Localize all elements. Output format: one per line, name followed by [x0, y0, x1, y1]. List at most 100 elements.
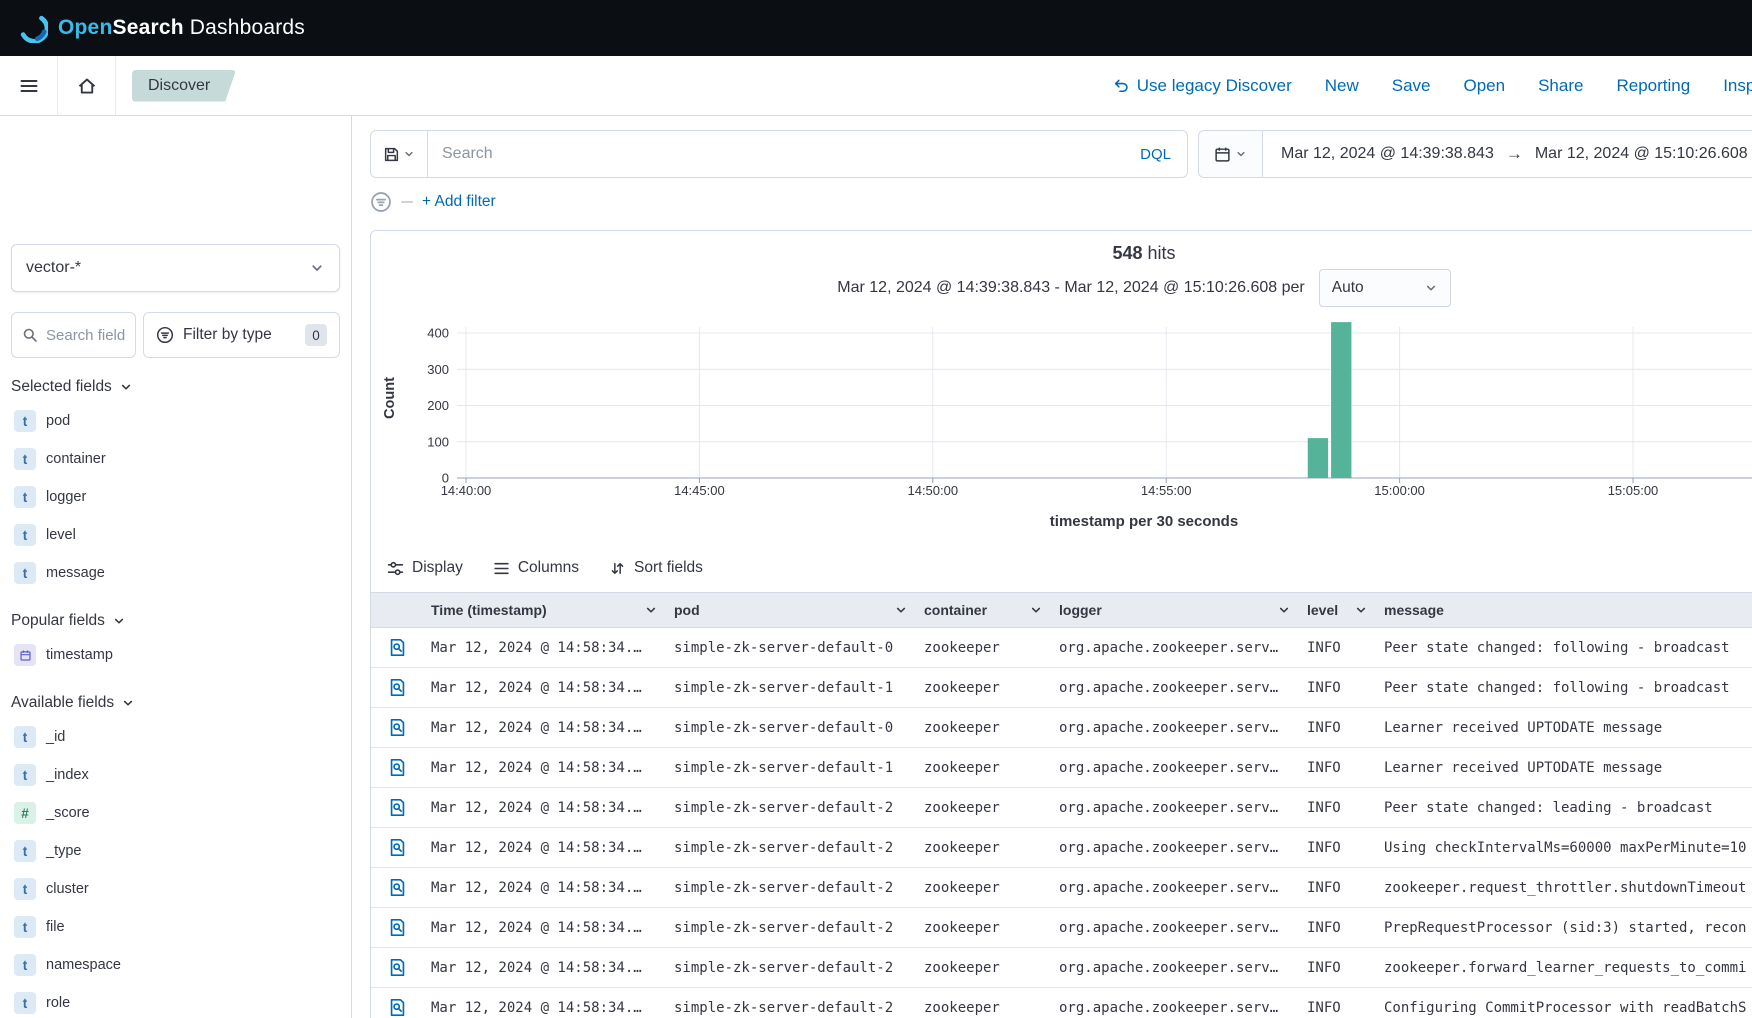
expand-row-button[interactable] [371, 798, 423, 817]
table-row: Mar 12, 2024 @ 14:58:34.…simple-zk-serve… [371, 708, 1752, 748]
header-cell-level[interactable]: level [1299, 593, 1376, 627]
expand-row-button[interactable] [371, 998, 423, 1017]
expand-row-button[interactable] [371, 878, 423, 897]
cell-container: zookeeper [916, 1000, 1051, 1016]
chevron-down-icon [1424, 281, 1438, 295]
field-item-_id[interactable]: t_id [11, 718, 340, 756]
cell-level: INFO [1299, 1000, 1376, 1016]
query-bar: DQL Mar 12, 2024 @ 14:39:38.843 → Mar 12… [370, 130, 1752, 178]
header-cell-message[interactable]: message [1376, 593, 1752, 627]
saved-queries-button[interactable] [370, 130, 428, 178]
cell-message: Learner received UPTODATE message [1376, 760, 1752, 776]
header-cell-pod[interactable]: pod [666, 593, 916, 627]
selected-fields-toggle[interactable]: Selected fields [11, 374, 340, 400]
list-icon [493, 560, 510, 577]
chevron-down-icon [403, 148, 415, 160]
available-fields-toggle[interactable]: Available fields [11, 690, 340, 716]
search-box: DQL [428, 130, 1188, 178]
new-link[interactable]: New [1325, 76, 1359, 96]
menu-button[interactable] [0, 56, 58, 115]
field-item-namespace[interactable]: tnamespace [11, 946, 340, 984]
filter-group-icon[interactable] [370, 191, 392, 213]
cell-container: zookeeper [916, 640, 1051, 656]
search-input[interactable] [428, 145, 1124, 163]
header-cell-logger[interactable]: logger [1051, 593, 1299, 627]
field-item-cluster[interactable]: tcluster [11, 870, 340, 908]
cell-logger: org.apache.zookeeper.serv… [1051, 720, 1299, 736]
expand-document-icon [388, 798, 407, 817]
cell-time: Mar 12, 2024 @ 14:58:34.… [423, 840, 666, 856]
expand-row-button[interactable] [371, 918, 423, 937]
add-filter-button[interactable]: + Add filter [422, 193, 496, 211]
interval-select[interactable]: Auto [1319, 269, 1451, 307]
query-language-button[interactable]: DQL [1124, 146, 1187, 163]
cell-time: Mar 12, 2024 @ 14:58:34.… [423, 720, 666, 736]
brand-search: Search [112, 16, 183, 39]
header-cell-time-timestamp[interactable]: Time (timestamp) [423, 593, 666, 627]
expand-row-button[interactable] [371, 958, 423, 977]
cell-pod: simple-zk-server-default-2 [666, 800, 916, 816]
cell-logger: org.apache.zookeeper.serv… [1051, 640, 1299, 656]
cell-logger: org.apache.zookeeper.serv… [1051, 760, 1299, 776]
hits-count: 548hits [371, 231, 1752, 264]
cell-container: zookeeper [916, 760, 1051, 776]
expand-row-button[interactable] [371, 638, 423, 657]
expand-row-button[interactable] [371, 758, 423, 777]
field-item-logger[interactable]: tlogger [11, 478, 340, 516]
header-cell-container[interactable]: container [916, 593, 1051, 627]
index-pattern-select[interactable]: vector-* [11, 244, 340, 292]
date-to[interactable]: Mar 12, 2024 @ 15:10:26.608 [1535, 145, 1748, 163]
chevron-down-icon [119, 380, 133, 394]
cell-pod: simple-zk-server-default-1 [666, 760, 916, 776]
chevron-down-icon [1235, 148, 1247, 160]
string-field-icon: t [14, 992, 36, 1014]
columns-button[interactable]: Columns [493, 559, 579, 577]
field-item-pod[interactable]: tpod [11, 402, 340, 440]
home-button[interactable] [58, 56, 116, 115]
display-label: Display [412, 559, 463, 577]
string-field-icon: t [14, 524, 36, 546]
histogram-bar[interactable] [1308, 438, 1328, 478]
field-item-file[interactable]: tfile [11, 908, 340, 946]
reporting-link[interactable]: Reporting [1616, 76, 1690, 96]
field-item-_index[interactable]: t_index [11, 756, 340, 794]
save-link[interactable]: Save [1392, 76, 1431, 96]
cell-logger: org.apache.zookeeper.serv… [1051, 800, 1299, 816]
field-item-role[interactable]: trole [11, 984, 340, 1018]
cell-time: Mar 12, 2024 @ 14:58:34.… [423, 920, 666, 936]
svg-text:200: 200 [427, 398, 449, 413]
sliders-icon [387, 560, 404, 577]
expand-row-button[interactable] [371, 838, 423, 857]
field-item-_score[interactable]: #_score [11, 794, 340, 832]
expand-row-button[interactable] [371, 678, 423, 697]
expand-document-icon [388, 758, 407, 777]
date-from[interactable]: Mar 12, 2024 @ 14:39:38.843 [1281, 145, 1494, 163]
field-item-_type[interactable]: t_type [11, 832, 340, 870]
field-item-container[interactable]: tcontainer [11, 440, 340, 478]
sort-fields-button[interactable]: Sort fields [609, 559, 703, 577]
field-name: _id [46, 729, 65, 745]
column-label: container [924, 602, 987, 618]
field-search-input[interactable] [46, 327, 125, 344]
field-search[interactable] [11, 312, 136, 358]
share-link[interactable]: Share [1538, 76, 1583, 96]
field-item-level[interactable]: tlevel [11, 516, 340, 554]
field-item-timestamp[interactable]: timestamp [11, 636, 340, 674]
fields-section-selected-fields: Selected fieldstpodtcontainertloggertlev… [11, 374, 340, 592]
cell-pod: simple-zk-server-default-0 [666, 720, 916, 736]
breadcrumb[interactable]: Discover [132, 70, 236, 102]
use-legacy-discover-link[interactable]: Use legacy Discover [1113, 76, 1292, 96]
inspect-link[interactable]: Inspect [1723, 76, 1752, 96]
date-picker-calendar-button[interactable] [1199, 131, 1263, 177]
expand-row-button[interactable] [371, 718, 423, 737]
sidebar-controls: Filter by type 0 [11, 312, 340, 358]
open-link[interactable]: Open [1464, 76, 1506, 96]
popular-fields-toggle[interactable]: Popular fields [11, 608, 340, 634]
display-button[interactable]: Display [387, 559, 463, 577]
expand-document-icon [388, 678, 407, 697]
histogram-bar[interactable] [1331, 322, 1351, 478]
svg-text:14:45:00: 14:45:00 [674, 483, 725, 498]
cell-time: Mar 12, 2024 @ 14:58:34.… [423, 760, 666, 776]
filter-by-type-button[interactable]: Filter by type 0 [143, 312, 340, 358]
field-item-message[interactable]: tmessage [11, 554, 340, 592]
